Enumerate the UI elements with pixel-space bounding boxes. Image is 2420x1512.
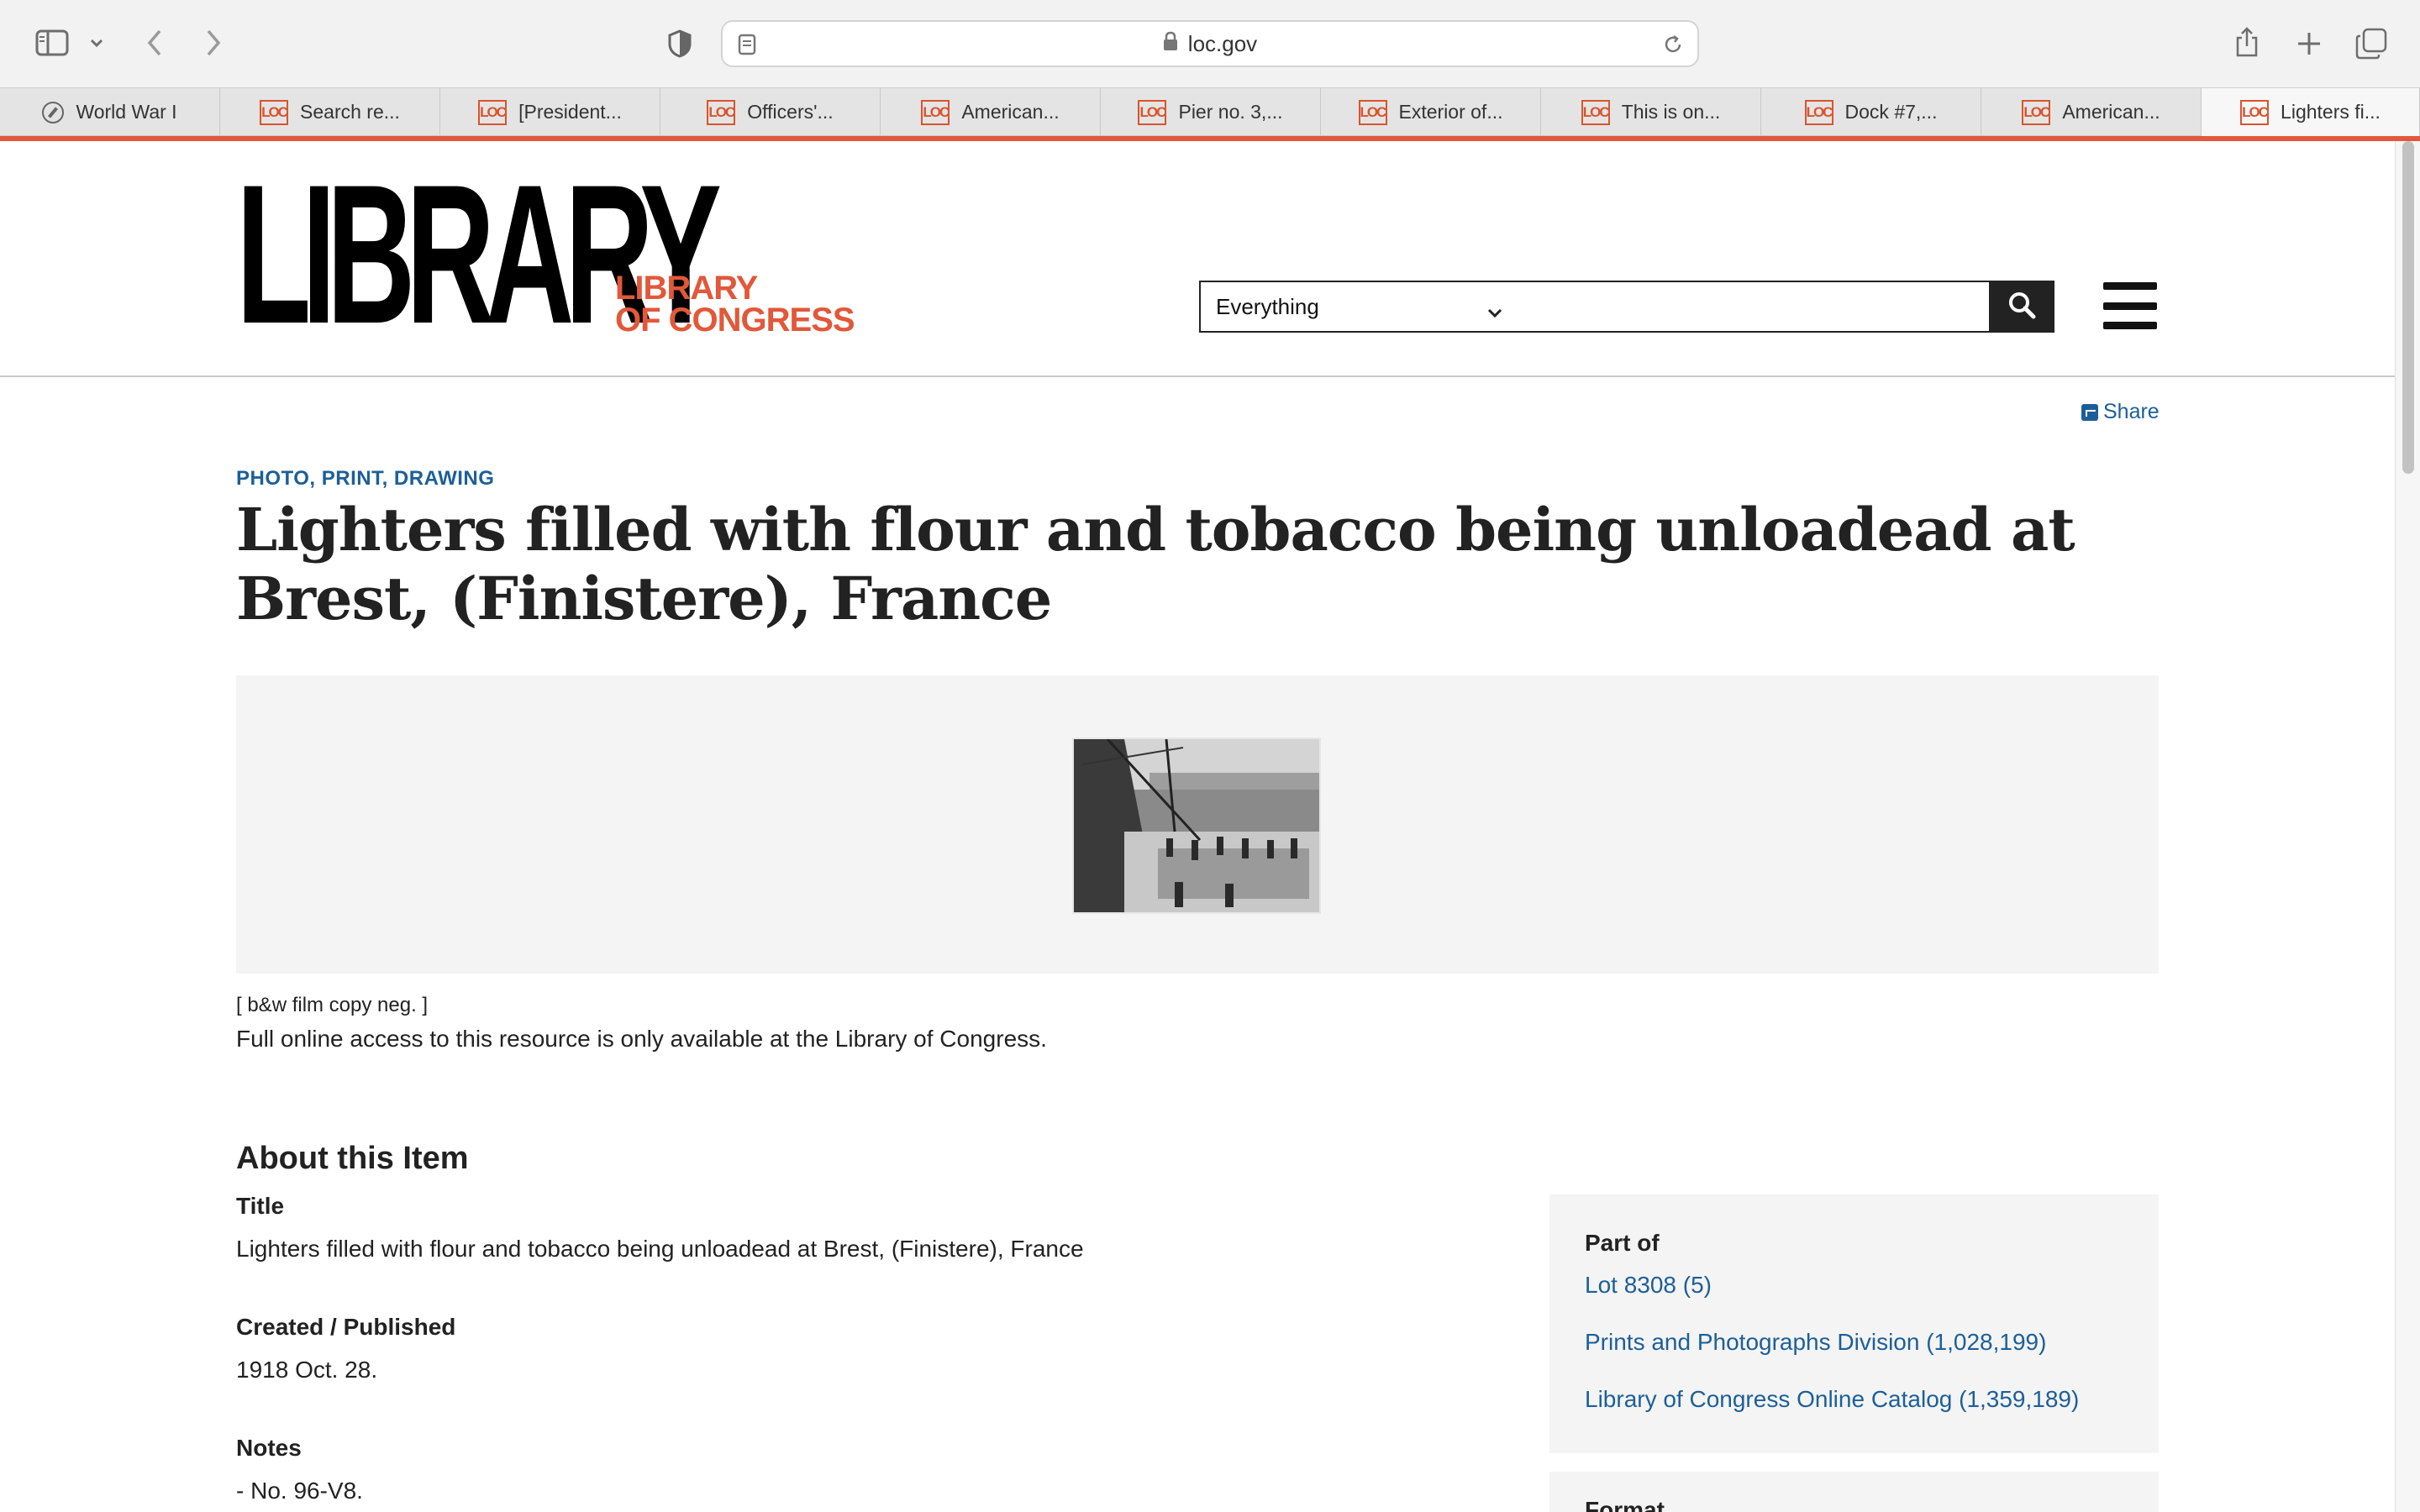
tab-officers[interactable]: LOC Officers'... <box>660 88 881 136</box>
field-value-title: Lighters filled with flour and tobacco b… <box>236 1236 1084 1262</box>
loc-favicon-icon: LOC <box>1804 99 1833 125</box>
search-button[interactable] <box>1989 281 2054 333</box>
privacy-shield-icon[interactable] <box>664 27 696 60</box>
loc-favicon-icon: LOC <box>707 99 736 125</box>
site-logo-subtitle: LIBRARY OF CONGRESS <box>615 270 855 339</box>
tab-overview-icon[interactable] <box>2353 25 2390 62</box>
format-panel: Format <box>1549 1472 2159 1512</box>
loc-favicon-icon: LOC <box>260 99 289 125</box>
sidebar-toggle-icon[interactable] <box>34 27 71 59</box>
tab-label: [President... <box>518 101 622 123</box>
accent-rule <box>0 136 2420 141</box>
field-label-title: Title <box>236 1193 285 1219</box>
tab-label: Officers'... <box>747 101 834 123</box>
part-of-panel: Part of Lot 8308 (5) Prints and Photogra… <box>1549 1194 2159 1453</box>
address-bar[interactable]: loc.gov <box>721 20 1699 67</box>
logo-sub-line2: OF CONGRESS <box>615 302 855 339</box>
part-of-link-division[interactable]: Prints and Photographs Division (1,028,1… <box>1585 1329 2046 1356</box>
chevron-down-icon <box>1486 299 1503 325</box>
tab-dock-7[interactable]: LOC Dock #7,... <box>1761 88 1981 136</box>
loc-favicon-icon: LOC <box>1358 99 1387 125</box>
reload-icon[interactable] <box>1660 32 1686 57</box>
back-icon[interactable] <box>138 25 171 60</box>
loc-favicon-icon: LOC <box>921 99 950 125</box>
tab-label: American... <box>2062 101 2160 123</box>
tab-label: American... <box>961 101 1060 123</box>
tab-lighters-active[interactable]: LOC Lighters fi... <box>2202 88 2420 136</box>
url-display: loc.gov <box>723 22 1697 66</box>
loc-favicon-icon: LOC <box>1581 99 1610 125</box>
search-icon <box>2007 291 2036 323</box>
search-scope-select[interactable]: Everything <box>1199 281 1522 333</box>
logo-sub-line1: LIBRARY <box>615 270 758 307</box>
part-of-link-lot[interactable]: Lot 8308 (5) <box>1585 1272 1712 1299</box>
tab-president[interactable]: LOC [President... <box>440 88 660 136</box>
forward-icon[interactable] <box>197 25 230 60</box>
loc-favicon-icon: LOC <box>478 99 508 125</box>
loc-favicon-icon: LOC <box>1138 99 1167 125</box>
tab-exterior-of[interactable]: LOC Exterior of... <box>1321 88 1541 136</box>
share-sheet-icon[interactable] <box>2232 24 2262 60</box>
about-heading: About this Item <box>236 1141 469 1176</box>
loc-favicon-icon: LOC <box>2022 99 2051 125</box>
tab-this-is-on[interactable]: LOC This is on... <box>1541 88 1761 136</box>
tab-search-results[interactable]: LOC Search re... <box>220 88 440 136</box>
tab-world-war-i[interactable]: World War I <box>0 88 220 136</box>
header-divider <box>0 375 2395 377</box>
field-value-notes: - No. 96-V8. <box>236 1478 363 1504</box>
share-link[interactable]: Share <box>2081 400 2160 424</box>
url-text: loc.gov <box>1187 30 1258 56</box>
page-title: Lighters filled with flour and tobacco b… <box>236 495 2075 633</box>
tab-pier-no-3[interactable]: LOC Pier no. 3,... <box>1101 88 1321 136</box>
new-tab-icon[interactable] <box>2292 27 2326 60</box>
format-heading: Format <box>1585 1497 1665 1512</box>
tab-label: World War I <box>76 101 177 123</box>
format-kicker[interactable]: PHOTO, PRINT, DRAWING <box>236 467 494 491</box>
part-of-heading: Part of <box>1585 1230 1660 1256</box>
share-label: Share <box>2103 400 2160 423</box>
tab-american-2[interactable]: LOC American... <box>1981 88 2202 136</box>
search-input[interactable] <box>1520 281 1991 333</box>
item-thumbnail-image[interactable] <box>1072 738 1321 914</box>
loc-favicon-icon: LOC <box>2240 99 2270 125</box>
tab-label: Exterior of... <box>1398 101 1503 123</box>
scrollbar-thumb[interactable] <box>2402 141 2414 474</box>
share-icon <box>2081 403 2098 421</box>
tab-label: Search re... <box>300 101 400 123</box>
browser-toolbar: loc.gov <box>0 0 2420 87</box>
tab-label: Dock #7,... <box>1844 101 1938 123</box>
hamburger-menu-icon[interactable] <box>2103 282 2157 329</box>
field-label-notes: Notes <box>236 1435 302 1461</box>
image-viewer <box>236 675 2159 974</box>
access-note: Full online access to this resource is o… <box>236 1026 1047 1052</box>
field-value-created: 1918 Oct. 28. <box>236 1357 378 1383</box>
search-scope-value: Everything <box>1216 293 1319 319</box>
tab-label: Pier no. 3,... <box>1178 101 1283 123</box>
tab-american-1[interactable]: LOC American... <box>881 88 1101 136</box>
field-label-created: Created / Published <box>236 1314 456 1340</box>
compass-icon <box>42 101 65 123</box>
part-of-link-catalog[interactable]: Library of Congress Online Catalog (1,35… <box>1585 1386 2079 1413</box>
tab-label: This is on... <box>1621 101 1721 123</box>
chevron-down-icon[interactable] <box>84 32 109 54</box>
tab-bar: World War I LOC Search re... LOC [Presid… <box>0 87 2420 136</box>
image-caption: [ b&w film copy neg. ] <box>236 994 429 1016</box>
lock-icon <box>1163 31 1178 57</box>
tab-label: Lighters fi... <box>2281 101 2381 123</box>
page-scrollbar[interactable] <box>2395 141 2420 1512</box>
